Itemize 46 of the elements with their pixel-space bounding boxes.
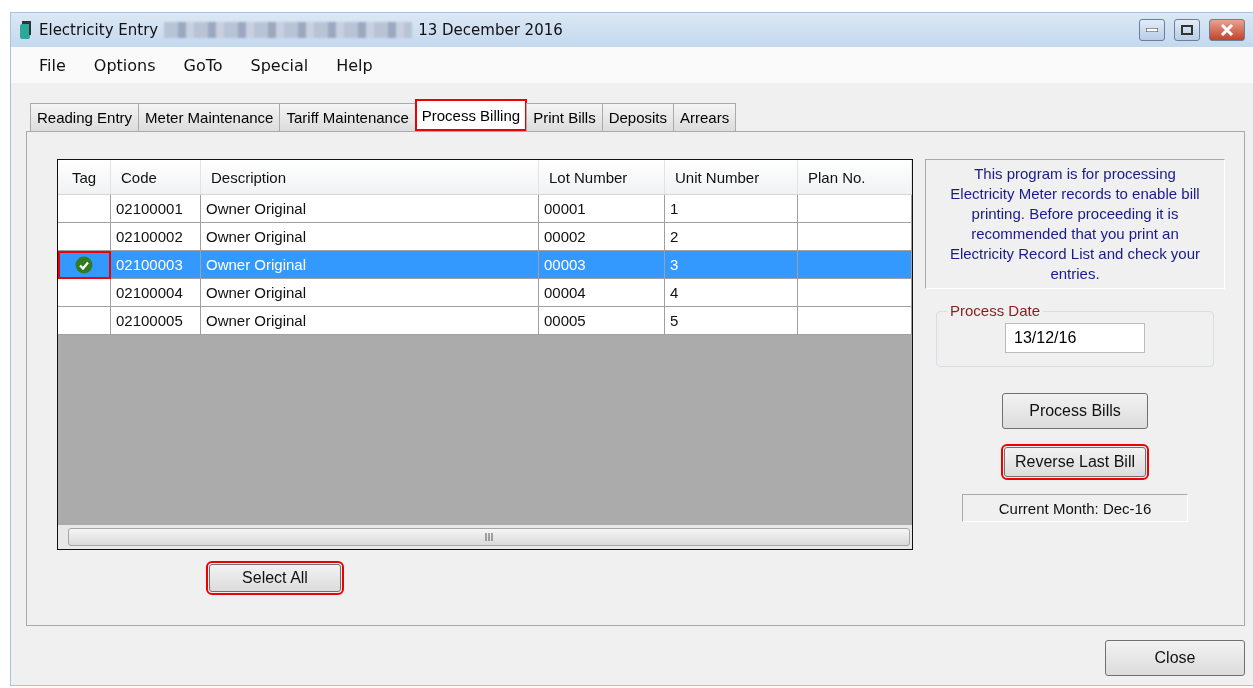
menu-item[interactable]: Special (236, 55, 323, 75)
close-icon (1220, 24, 1234, 36)
menu-item[interactable]: Options (79, 55, 170, 75)
cylinder-icon (19, 20, 33, 40)
table-cell: 02100005 (111, 307, 201, 335)
table-cell: 00005 (539, 307, 665, 335)
process-date-field[interactable]: 13/12/16 (1005, 323, 1145, 353)
column-header[interactable]: Code (111, 160, 201, 194)
tag-cell[interactable] (58, 223, 111, 251)
current-month-label: Current Month: Dec-16 (962, 494, 1188, 522)
reverse-last-bill-button[interactable]: Reverse Last Bill (1004, 447, 1146, 477)
table-row[interactable]: 02100002 Owner Original 00002 2 (58, 223, 912, 251)
tab[interactable]: Tariff Maintenance (279, 103, 416, 131)
close-window-button[interactable] (1209, 19, 1245, 41)
maximize-button[interactable] (1174, 19, 1200, 41)
minimize-button[interactable] (1139, 19, 1165, 41)
column-header[interactable]: Description (201, 160, 539, 194)
table-cell: Owner Original (201, 307, 539, 335)
tag-cell[interactable] (58, 307, 111, 335)
table-cell: 5 (665, 307, 798, 335)
maximize-icon (1181, 25, 1193, 35)
close-button[interactable]: Close (1105, 640, 1245, 676)
select-all-button[interactable]: Select All (209, 564, 341, 592)
table-row[interactable]: 02100004 Owner Original 00004 4 (58, 279, 912, 307)
menu-item[interactable]: File (25, 55, 80, 75)
table-row[interactable]: 02100005 Owner Original 00005 5 (58, 307, 912, 335)
scrollbar-thumb[interactable] (68, 528, 910, 546)
window-title: Electricity Entry (39, 21, 159, 39)
tab[interactable]: Arrears (673, 103, 737, 131)
process-bills-button[interactable]: Process Bills (1002, 393, 1148, 429)
tab[interactable]: Reading Entry (30, 103, 140, 131)
column-header[interactable]: Tag (58, 160, 111, 194)
column-header[interactable]: Plan No. (798, 160, 912, 194)
window-title-date: 13 December 2016 (418, 21, 563, 39)
tag-cell[interactable] (58, 251, 111, 279)
column-header[interactable]: Lot Number (539, 160, 665, 194)
minimize-icon (1146, 28, 1158, 32)
menu-item[interactable]: GoTo (169, 55, 237, 75)
tab[interactable]: Process Billing (414, 99, 528, 131)
info-text: This program is for processing Electricity Meter records to enable bill printing. Before proceeding it is recommended that you print an Electricity Record List and check your entries. (925, 159, 1225, 289)
tab[interactable]: Meter Maintenance (138, 103, 281, 131)
tab[interactable]: Deposits (601, 103, 674, 131)
table-row[interactable]: 02100001 Owner Original 00001 1 (58, 195, 912, 223)
menu-item[interactable]: Help (322, 55, 387, 75)
column-header[interactable]: Unit Number (665, 160, 798, 194)
tab[interactable]: Print Bills (526, 103, 603, 131)
